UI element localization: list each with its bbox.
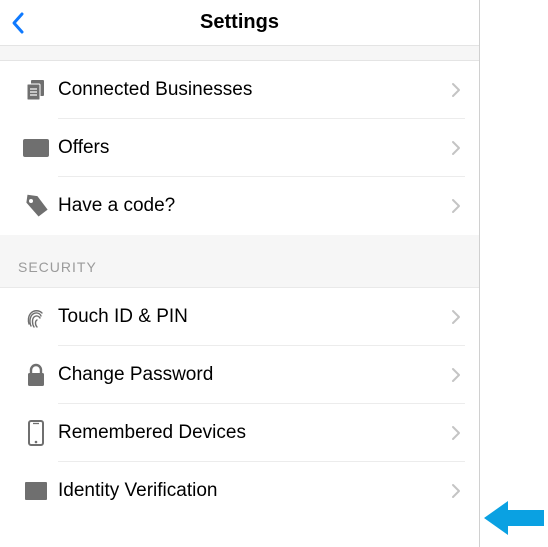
chevron-right-icon [451, 462, 465, 520]
row-label: Touch ID & PIN [58, 288, 451, 346]
lock-icon [25, 362, 47, 388]
chevron-right-icon [451, 177, 465, 235]
row-remembered-devices[interactable]: Remembered Devices [0, 404, 479, 462]
chevron-left-icon [10, 11, 26, 35]
square-icon [24, 481, 48, 501]
row-identity-verification[interactable]: Identity Verification [0, 462, 479, 520]
section-header-security: SECURITY [0, 235, 479, 288]
settings-screen: Settings Connected Businesses [0, 0, 480, 547]
group-general: Connected Businesses Offers [0, 60, 479, 235]
chevron-right-icon [451, 288, 465, 346]
chevron-right-icon [451, 119, 465, 177]
row-label: Identity Verification [58, 462, 451, 520]
row-label: Have a code? [58, 177, 451, 235]
card-icon [22, 138, 50, 158]
row-change-password[interactable]: Change Password [0, 346, 479, 404]
row-offers[interactable]: Offers [0, 119, 479, 177]
row-connected-businesses[interactable]: Connected Businesses [0, 61, 479, 119]
documents-icon [23, 77, 49, 103]
row-label: Connected Businesses [58, 61, 451, 119]
back-button[interactable] [10, 0, 26, 45]
top-gap [0, 46, 479, 60]
phone-icon [26, 419, 46, 447]
row-label: Change Password [58, 346, 451, 404]
nav-bar: Settings [0, 0, 479, 46]
fingerprint-icon [23, 304, 49, 330]
chevron-right-icon [451, 404, 465, 462]
row-touch-id-pin[interactable]: Touch ID & PIN [0, 288, 479, 346]
row-have-a-code[interactable]: Have a code? [0, 177, 479, 235]
chevron-right-icon [451, 346, 465, 404]
chevron-right-icon [451, 61, 465, 119]
pointer-arrow-icon [482, 497, 546, 539]
row-label: Remembered Devices [58, 404, 451, 462]
group-security: Touch ID & PIN Change Password [0, 288, 479, 520]
row-label: Offers [58, 119, 451, 177]
page-title: Settings [200, 11, 279, 34]
tag-icon [22, 193, 50, 219]
